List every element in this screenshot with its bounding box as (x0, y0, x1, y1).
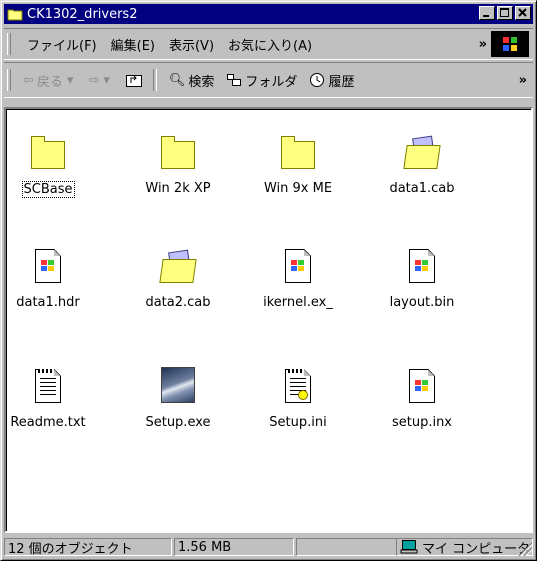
minimize-button[interactable] (479, 6, 495, 20)
text-file-icon (29, 367, 67, 407)
file-item-data1hdr[interactable]: data1.hdr (0, 247, 100, 310)
toolbar-separator (152, 69, 157, 91)
my-computer-icon (400, 540, 418, 554)
status-zone-label: マイ コンピュータ (422, 541, 531, 557)
setup-program-icon (159, 367, 197, 407)
menu-view[interactable]: 表示(V) (169, 35, 214, 54)
history-icon (310, 73, 325, 87)
file-label: data1.cab (389, 181, 455, 196)
menu-favorites[interactable]: お気に入り(A) (228, 35, 312, 54)
windows-logo-icon (491, 31, 529, 57)
folders-label: フォルダ (245, 74, 298, 90)
standard-toolbar: ⇦ 戻る ▾ ⇨ ▾ 🔍︎ 検索 フォルダ 履歴 » (4, 62, 533, 98)
window-title: CK1302_drivers2 (27, 6, 138, 22)
up-folder-button[interactable] (125, 72, 143, 88)
folder-icon (279, 133, 317, 173)
folder-icon (159, 133, 197, 173)
file-item-setupexe[interactable]: Setup.exe (126, 367, 230, 430)
file-label: ikernel.ex_ (263, 295, 333, 310)
file-label: data2.cab (145, 295, 211, 310)
dropdown-arrow-icon: ▾ (103, 72, 110, 88)
folder-icon (29, 133, 67, 173)
menu-more-chevron[interactable]: » (479, 37, 487, 52)
file-item-layoutbin[interactable]: layout.bin (370, 247, 474, 310)
folders-button[interactable]: フォルダ (226, 71, 297, 90)
search-label: 検索 (188, 74, 215, 90)
status-zone-spacer (296, 538, 396, 556)
back-label: 戻る (36, 74, 63, 90)
forward-arrow-icon: ⇨ (88, 72, 100, 88)
menu-grip[interactable] (7, 33, 11, 55)
menu-edit[interactable]: 編集(E) (111, 35, 155, 54)
file-label: SCBase (21, 181, 75, 198)
up-folder-icon (125, 75, 142, 87)
menu-bar: ファイル(F) 編集(E) 表示(V) お気に入り(A) » (4, 28, 533, 60)
file-label: Setup.ini (269, 415, 327, 430)
toolbar-grip[interactable] (7, 69, 11, 91)
folder-icon (7, 7, 23, 21)
title-bar[interactable]: CK1302_drivers2 (4, 4, 533, 24)
history-button[interactable]: 履歴 (309, 71, 354, 90)
status-zone: マイ コンピュータ (396, 538, 533, 557)
explorer-window: CK1302_drivers2 ファイル(F) 編集(E) 表示(V) お気に入… (0, 0, 537, 561)
file-label: Win 9x ME (263, 181, 333, 196)
search-button[interactable]: 🔍︎ 検索 (169, 71, 215, 90)
file-label: Readme.txt (10, 415, 86, 430)
maximize-button[interactable] (497, 6, 513, 20)
file-label: Setup.exe (145, 415, 211, 430)
file-label: layout.bin (389, 295, 455, 310)
forward-button[interactable]: ⇨ ▾ (88, 73, 112, 88)
settings-file-icon (279, 367, 317, 407)
windows-file-icon (403, 367, 441, 407)
status-bar: 12 個のオブジェクト 1.56 MB マイ コンピュータ (4, 537, 533, 557)
file-item-win9xme[interactable]: Win 9x ME (246, 133, 350, 196)
file-item-ikernel[interactable]: ikernel.ex_ (246, 247, 350, 310)
cabinet-folder-icon (159, 247, 197, 287)
windows-file-icon (403, 247, 441, 287)
status-object-count: 12 個のオブジェクト (4, 538, 172, 557)
history-label: 履歴 (328, 74, 355, 90)
windows-file-icon (29, 247, 67, 287)
file-item-setupinx[interactable]: setup.inx (370, 367, 474, 430)
dropdown-arrow-icon: ▾ (66, 72, 74, 88)
folder-tree-icon (227, 74, 242, 86)
file-item-win2kxp[interactable]: Win 2k XP (126, 133, 230, 196)
file-item-data2cab[interactable]: data2.cab (126, 247, 230, 310)
file-label: setup.inx (391, 415, 453, 430)
windows-file-icon (279, 247, 317, 287)
resize-grip[interactable] (518, 542, 532, 556)
file-item-scbase[interactable]: SCBase (0, 133, 100, 198)
back-button[interactable]: ⇦ 戻る ▾ (23, 71, 76, 90)
toolbar-more-chevron[interactable]: » (519, 73, 527, 88)
file-item-data1cab[interactable]: data1.cab (370, 133, 474, 196)
close-button[interactable] (515, 6, 531, 20)
file-label: data1.hdr (16, 295, 80, 310)
file-list-view[interactable]: SCBase Win 2k XP Win 9x ME data1.cab dat… (4, 107, 533, 533)
menu-file[interactable]: ファイル(F) (27, 35, 97, 54)
search-icon: 🔍︎ (168, 72, 186, 88)
file-label: Win 2k XP (145, 181, 211, 196)
back-arrow-icon: ⇦ (23, 72, 34, 88)
cabinet-folder-icon (403, 133, 441, 173)
file-item-readme[interactable]: Readme.txt (0, 367, 100, 430)
status-size: 1.56 MB (174, 538, 294, 556)
file-item-setupini[interactable]: Setup.ini (246, 367, 350, 430)
